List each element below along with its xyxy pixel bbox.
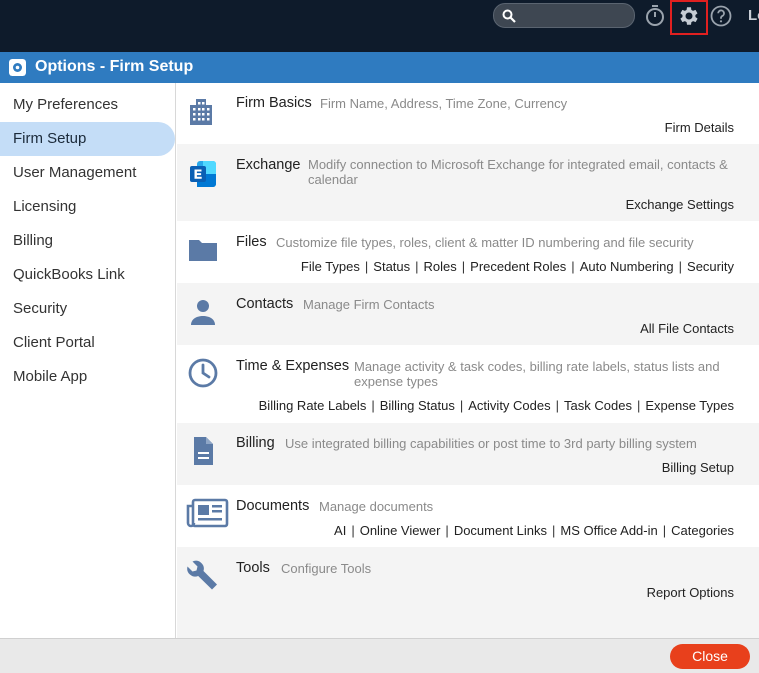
user-menu-text[interactable]: Lo — [748, 7, 759, 24]
clock-icon — [188, 358, 218, 388]
link-file-types[interactable]: File Types — [301, 259, 360, 274]
section-description: Manage documents — [319, 499, 434, 514]
document-icon — [194, 437, 213, 465]
link-billing-status[interactable]: Billing Status — [380, 398, 455, 413]
help-icon[interactable] — [709, 4, 733, 28]
section-contacts: Contacts Manage Firm Contacts All File C… — [177, 283, 759, 345]
separator: | — [571, 259, 575, 274]
section-title: Documents — [236, 498, 310, 514]
section-title: Files — [236, 234, 267, 250]
link-ms-office-add-in[interactable]: MS Office Add-in — [560, 523, 657, 538]
dialog-title: Options - Firm Setup — [35, 58, 194, 75]
separator: | — [371, 398, 375, 413]
person-icon — [191, 300, 215, 325]
dialog-titlebar: Options - Firm Setup — [0, 52, 759, 83]
section-links: Report Options — [647, 585, 734, 600]
link-categories[interactable]: Categories — [671, 523, 734, 538]
section-links: Firm Details — [665, 120, 734, 135]
section-links: All File Contacts — [640, 321, 734, 336]
separator: | — [459, 398, 464, 413]
separator: | — [636, 398, 641, 413]
top-app-bar: Lo — [0, 0, 759, 52]
link-all-file-contacts[interactable]: All File Contacts — [640, 321, 734, 336]
link-expense-types[interactable]: Expense Types — [645, 398, 734, 413]
wrench-icon — [187, 560, 217, 590]
link-exchange-settings[interactable]: Exchange Settings — [626, 197, 734, 212]
section-tools: Tools Configure Tools Report Options — [177, 547, 759, 638]
section-description: Customize file types, roles, client & ma… — [276, 235, 694, 250]
link-precedent-roles[interactable]: Precedent Roles — [470, 259, 566, 274]
link-ai[interactable]: AI — [334, 523, 346, 538]
separator: | — [364, 259, 369, 274]
sidebar-item-firm-setup[interactable]: Firm Setup — [0, 122, 175, 156]
section-title: Time & Expenses — [236, 358, 350, 374]
separator: | — [662, 523, 667, 538]
section-links: Billing Setup — [662, 460, 734, 475]
options-gear-icon — [9, 59, 26, 76]
separator: | — [678, 259, 683, 274]
sidebar-item-licensing[interactable]: Licensing — [0, 190, 175, 224]
section-description: Configure Tools — [281, 561, 372, 576]
search-input[interactable] — [493, 3, 635, 28]
options-sidebar: My Preferences Firm Setup User Managemen… — [0, 83, 176, 638]
separator: | — [555, 398, 560, 413]
section-links: Exchange Settings — [626, 197, 734, 212]
link-report-options[interactable]: Report Options — [647, 585, 734, 600]
link-roles[interactable]: Roles — [424, 259, 457, 274]
gear-icon[interactable] — [677, 4, 701, 28]
section-firm-basics: Firm Basics Firm Name, Address, Time Zon… — [177, 83, 759, 144]
link-activity-codes[interactable]: Activity Codes — [468, 398, 550, 413]
sidebar-item-quickbooks-link[interactable]: QuickBooks Link — [0, 258, 175, 292]
folder-icon — [189, 240, 217, 261]
search-icon — [502, 9, 516, 23]
sidebar-item-my-preferences[interactable]: My Preferences — [0, 88, 175, 122]
link-task-codes[interactable]: Task Codes — [564, 398, 632, 413]
section-description: Firm Name, Address, Time Zone, Currency — [320, 96, 568, 111]
section-links: AI | Online Viewer | Document Links | MS Offic… — [334, 523, 734, 538]
separator: | — [445, 523, 449, 538]
firm-setup-content: Firm Basics Firm Name, Address, Time Zon… — [177, 83, 759, 638]
sidebar-item-client-portal[interactable]: Client Portal — [0, 326, 175, 360]
separator: | — [415, 259, 419, 274]
section-description: Manage Firm Contacts — [303, 297, 435, 312]
link-status[interactable]: Status — [373, 259, 410, 274]
section-title: Contacts — [236, 296, 294, 312]
section-billing: Billing Use integrated billing capabilit… — [177, 423, 759, 485]
separator: | — [461, 259, 466, 274]
link-firm-details[interactable]: Firm Details — [665, 120, 734, 135]
link-online-viewer[interactable]: Online Viewer — [360, 523, 441, 538]
section-description: Manage activity & task codes, billing ra… — [354, 359, 720, 389]
section-links: Billing Rate Labels | Billing Status | Activ… — [259, 398, 734, 413]
building-icon — [190, 99, 212, 125]
separator: | — [552, 523, 556, 538]
newspaper-icon — [186, 498, 229, 528]
close-button[interactable]: Close — [670, 644, 750, 669]
link-billing-rate-labels[interactable]: Billing Rate Labels — [259, 398, 367, 413]
section-title: Tools — [236, 560, 270, 576]
link-security[interactable]: Security — [687, 259, 734, 274]
section-title: Billing — [236, 435, 275, 451]
section-files: Files Customize file types, roles, clien… — [177, 221, 759, 283]
sidebar-item-security[interactable]: Security — [0, 292, 175, 326]
section-links: File Types | Status | Roles | Precedent Roles |… — [301, 259, 734, 274]
section-description: Modify connection to Microsoft Exchange … — [308, 157, 728, 187]
sidebar-item-mobile-app[interactable]: Mobile App — [0, 360, 175, 394]
section-exchange: Exchange Modify connection to Microsoft … — [177, 144, 759, 221]
timer-icon[interactable] — [643, 4, 667, 28]
section-title: Firm Basics — [236, 95, 312, 111]
dialog-footer: Close — [0, 638, 759, 673]
separator: | — [351, 523, 355, 538]
link-billing-setup[interactable]: Billing Setup — [662, 460, 734, 475]
section-title: Exchange — [236, 157, 301, 173]
link-document-links[interactable]: Document Links — [454, 523, 547, 538]
section-time-expenses: Time & Expenses Manage activity & task c… — [177, 345, 759, 423]
section-documents: Documents Manage documents AI | Online Vie… — [177, 485, 759, 547]
link-auto-numbering[interactable]: Auto Numbering — [580, 259, 674, 274]
sidebar-item-user-management[interactable]: User Management — [0, 156, 175, 190]
exchange-icon — [190, 161, 216, 187]
section-description: Use integrated billing capabilities or p… — [285, 436, 697, 451]
sidebar-item-billing[interactable]: Billing — [0, 224, 175, 258]
